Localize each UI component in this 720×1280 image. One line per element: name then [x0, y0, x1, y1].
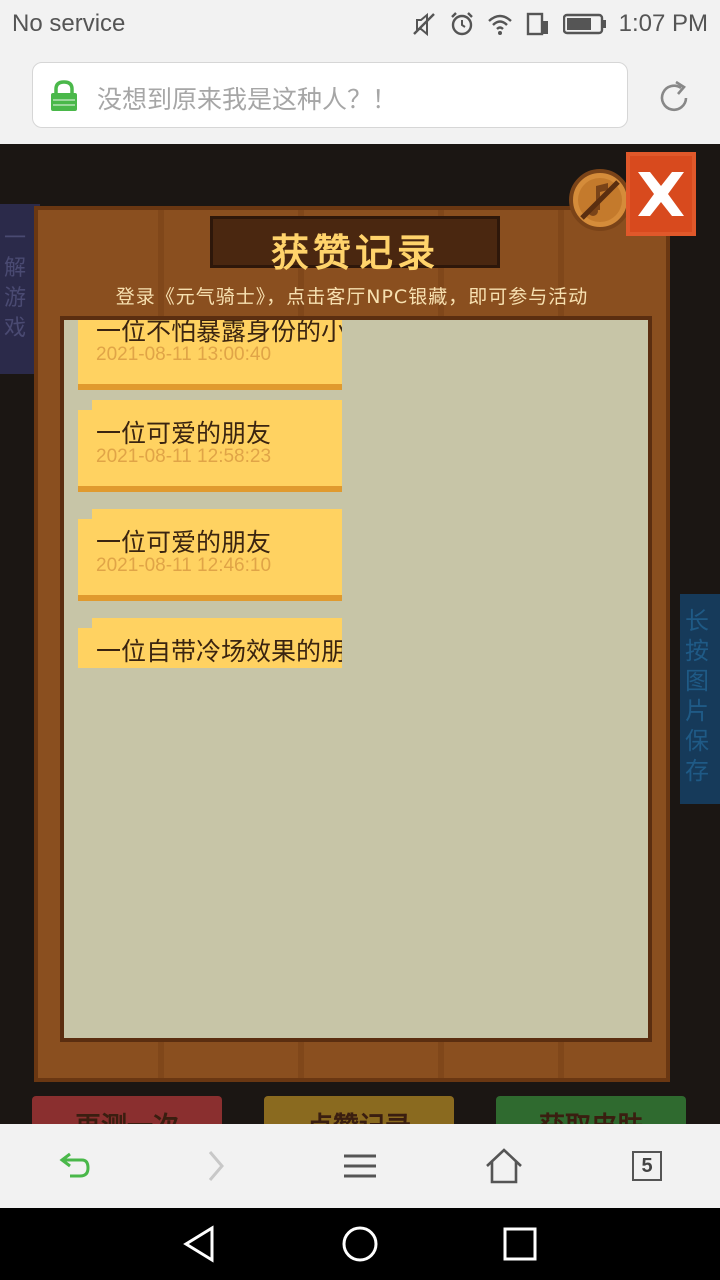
browser-toolbar: 5	[0, 1124, 720, 1208]
status-icons: 1:07 PM	[411, 8, 708, 40]
mute-icon	[412, 12, 435, 37]
bg-left-text: 一解游戏	[4, 226, 27, 341]
record-time: 2021-08-11 12:58:23	[96, 446, 272, 467]
battery-icon	[562, 13, 606, 35]
nav-back-icon[interactable]	[180, 1224, 220, 1264]
get-skin-button[interactable]: 获取皮肤	[496, 1096, 686, 1124]
dialog-title: 获赞记录	[270, 231, 439, 275]
home-icon[interactable]	[484, 1146, 524, 1186]
likes-record-label: 点赞记录	[264, 1096, 454, 1124]
nav-home-icon[interactable]	[340, 1224, 380, 1264]
record-name: 一位可爱的朋友	[96, 528, 272, 557]
page-title: 没想到原来我是这种人？！	[97, 85, 398, 114]
reload-icon[interactable]	[654, 78, 694, 118]
clock: 1:07 PM	[618, 10, 708, 37]
card-corner	[78, 509, 92, 519]
carrier-label: No service	[12, 10, 126, 37]
close-icon[interactable]	[626, 152, 696, 236]
record-card: 一位不怕暴露身份的小 2021-08-11 13:00:40	[78, 320, 342, 390]
save-image-hint: 长按图片保存	[685, 607, 709, 785]
dialog-subtitle: 登录《元气骑士》，点击客厅NPC银藏，即可参与活动	[115, 286, 589, 308]
record-card: 一位自带冷场效果的朋	[78, 618, 342, 668]
data-icon	[526, 12, 548, 36]
retest-label: 再测一次	[32, 1096, 222, 1124]
get-skin-label: 获取皮肤	[496, 1096, 686, 1124]
lock-icon	[51, 80, 77, 111]
menu-icon[interactable]	[340, 1146, 380, 1186]
retest-button[interactable]: 再测一次	[32, 1096, 222, 1124]
system-nav-bar	[0, 1208, 720, 1280]
record-time: 2021-08-11 12:46:10	[96, 555, 272, 576]
tabs-icon[interactable]: 5	[632, 1151, 662, 1181]
music-muted-icon[interactable]	[568, 168, 632, 232]
record-card: 一位可爱的朋友 2021-08-11 12:46:10	[78, 509, 342, 601]
record-name: 一位可爱的朋友	[96, 419, 272, 448]
record-time: 2021-08-11 13:00:40	[96, 344, 272, 365]
card-corner	[78, 618, 92, 628]
game-canvas: 一解游戏 长按图片保存 再测一次 点赞记录 获取皮肤 获赞记录 登录《元气骑士》…	[0, 144, 720, 1124]
forward-icon[interactable]	[196, 1146, 236, 1186]
address-bar-area: 没想到原来我是这种人？！	[0, 48, 720, 144]
record-name: 一位自带冷场效果的朋	[96, 637, 342, 666]
records-list[interactable]: 一位不怕暴露身份的小 2021-08-11 13:00:40 一位可爱的朋友 2…	[60, 316, 652, 1042]
likes-record-dialog: 获赞记录 登录《元气骑士》，点击客厅NPC银藏，即可参与活动 一位不怕暴露身份的…	[34, 206, 670, 1082]
card-corner	[78, 400, 92, 410]
nav-recents-icon[interactable]	[500, 1224, 540, 1264]
address-bar[interactable]: 没想到原来我是这种人？！	[32, 62, 628, 128]
status-bar: No service 1:07 PM	[0, 0, 720, 48]
wifi-icon	[487, 14, 512, 35]
dialog-title-board: 获赞记录	[210, 216, 500, 275]
back-icon[interactable]	[52, 1146, 92, 1186]
likes-record-button[interactable]: 点赞记录	[264, 1096, 454, 1124]
record-card: 一位可爱的朋友 2021-08-11 12:58:23	[78, 400, 342, 492]
alarm-icon	[450, 12, 473, 36]
